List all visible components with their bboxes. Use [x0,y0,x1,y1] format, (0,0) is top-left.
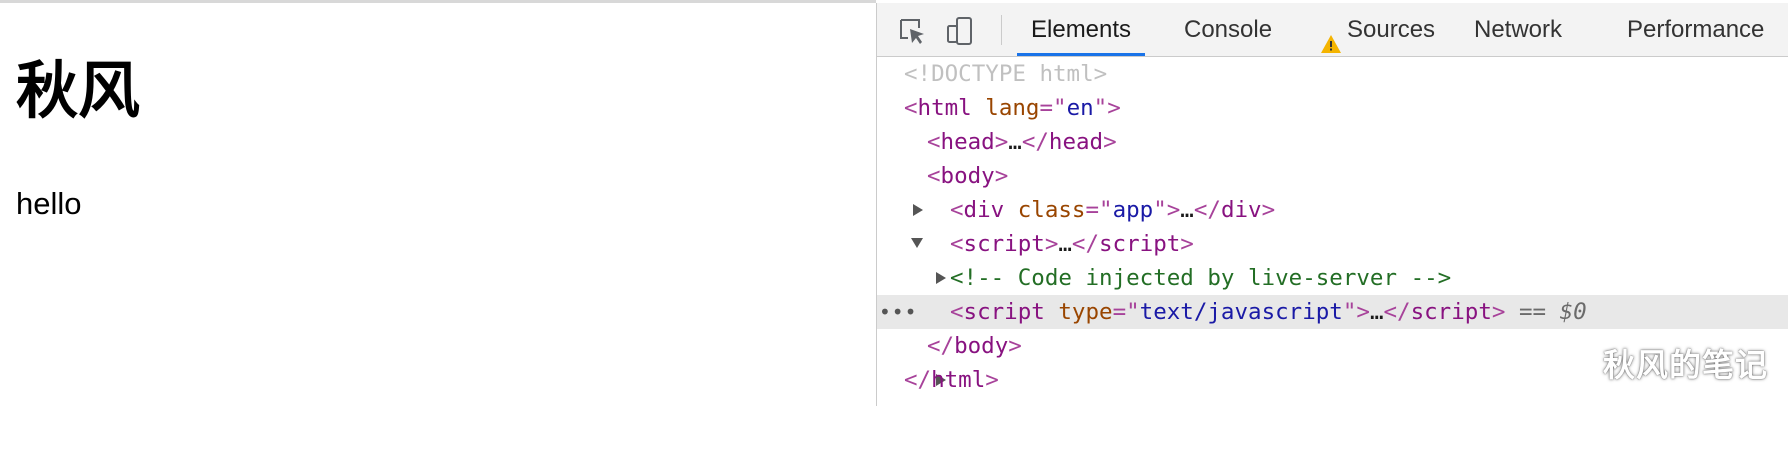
selected-marker: == $0 [1519,299,1587,325]
dom-node-div-app[interactable]: <div class="app">…</div> [877,193,1788,284]
dom-node-comment[interactable]: <!-- Code injected by live-server --> [877,261,1788,295]
script2-tag-name: script [963,299,1045,325]
body-open-tag: <body> [927,163,1009,189]
doctype-text: <!DOCTYPE html> [904,61,1108,87]
html-attr-value: en [1066,95,1094,121]
script2-ellipsis: … [1369,299,1384,325]
html-attr-name: lang [985,95,1040,121]
toolbar-divider [1001,15,1002,45]
expand-triangle-icon[interactable] [935,193,949,284]
dom-node-html[interactable]: <html lang="en"> [877,91,1788,125]
watermark: 秋风的笔记 [1602,346,1768,384]
html-tag-name: html [917,95,972,121]
expand-triangle-icon[interactable] [935,227,949,318]
script2-attr-name: type [1058,299,1113,325]
body-close-name: body [954,333,1009,359]
html-open-tag: <html lang="en"> [904,95,1121,121]
device-toggle-icon[interactable] [945,16,975,46]
script-tag-name: script [963,231,1045,257]
expand-triangle-icon[interactable] [912,125,926,216]
script-ellipsis: … [1058,231,1072,257]
selected-marker-eq: == [1518,299,1560,325]
dom-node-script-selected[interactable]: ••• <script type="text/javascript">…</sc… [877,295,1788,386]
script2-tag: <script type="text/javascript">…</script… [950,299,1587,325]
warning-icon [1320,20,1342,53]
expand-triangle-icon[interactable] [935,295,949,386]
dom-node-head[interactable]: <head>…</head> [877,125,1788,216]
script-tag: <script>…</script> [950,231,1194,257]
head-close-name: head [1048,129,1104,155]
more-options-icon[interactable]: ••• [879,295,917,329]
div-tag-name: div [963,197,1005,223]
script2-close-name: script [1410,299,1492,325]
body-close-tag: </body> [927,333,1022,359]
div-close-name: div [1220,197,1262,223]
page-paragraph: hello [16,186,82,221]
devtools-toolbar: Elements Console Sources Network Perform… [877,3,1788,57]
html-close-name: html [931,367,986,393]
tab-sources[interactable]: Sources [1320,3,1435,56]
div-ellipsis: … [1180,197,1194,223]
tab-performance[interactable]: Performance [1627,3,1764,56]
div-attr-value: app [1112,197,1154,223]
head-ellipsis: … [1008,129,1022,155]
head-tag-name: head [940,129,995,155]
page-viewport: 秋风 hello [0,3,875,406]
tab-sources-label: Sources [1347,16,1436,43]
comment-text: <!-- Code injected by live-server --> [950,265,1452,291]
tab-network[interactable]: Network [1474,3,1562,56]
div-attr-name: class [1017,197,1086,223]
selected-marker-var: $0 [1559,299,1587,325]
dom-node-script[interactable]: <script>…</script> [877,227,1788,318]
div-tag: <div class="app">…</div> [950,197,1276,223]
collapse-triangle-icon[interactable] [910,159,924,248]
html-close-tag: </html> [904,367,999,393]
dom-node-body[interactable]: <body> [877,159,1788,248]
body-tag-name: body [940,163,995,189]
script-close-name: script [1099,231,1181,257]
head-tag: <head>…</head> [927,129,1117,155]
dom-node-doctype[interactable]: <!DOCTYPE html> [877,57,1788,91]
script2-attr-value: text/javascript [1139,299,1343,325]
page-heading: 秋风 [16,54,141,127]
tab-elements[interactable]: Elements [1017,3,1146,56]
tab-console[interactable]: Console [1184,3,1272,56]
element-picker-icon[interactable] [897,16,927,46]
